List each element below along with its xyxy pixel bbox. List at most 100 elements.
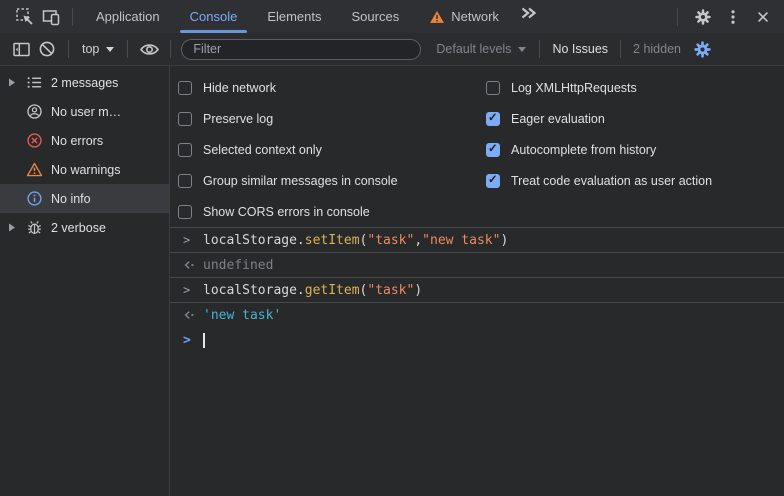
inspect-element-button[interactable] xyxy=(12,4,38,30)
setting-show-cors-errors[interactable]: Show CORS errors in console xyxy=(178,196,486,227)
sidebar-item-messages[interactable]: 2 messages xyxy=(0,68,169,97)
console-result[interactable]: undefined xyxy=(170,252,784,277)
devtools-window: Application Console Elements Sources Net… xyxy=(0,0,784,496)
sidebar-item-label: No errors xyxy=(51,134,103,148)
setting-label: Treat code evaluation as user action xyxy=(511,174,712,188)
separator xyxy=(677,8,678,26)
eye-icon xyxy=(139,42,160,57)
hidden-messages-count: 2 hidden xyxy=(629,42,685,56)
inspect-icon xyxy=(15,7,35,27)
command-text: localStorage.setItem("task","new task") xyxy=(203,233,508,248)
close-devtools-button[interactable] xyxy=(750,4,776,30)
info-icon xyxy=(25,190,43,207)
sidebar-item-warnings[interactable]: No warnings xyxy=(0,155,169,184)
console-prompt[interactable]: > xyxy=(170,327,784,354)
close-icon xyxy=(755,9,771,25)
panel-tabs: Application Console Elements Sources Net… xyxy=(81,0,542,33)
sidebar-item-user-messages[interactable]: No user m… xyxy=(0,97,169,126)
checkbox[interactable] xyxy=(178,174,192,188)
console-panel: 2 messages No user m… xyxy=(0,66,784,496)
sidebar-item-label: 2 verbose xyxy=(51,221,106,235)
console-result[interactable]: 'new task' xyxy=(170,302,784,327)
sidebar-item-label: No warnings xyxy=(51,163,120,177)
settings-button[interactable] xyxy=(690,4,716,30)
setting-label: Eager evaluation xyxy=(511,112,605,126)
sidebar-item-label: No info xyxy=(51,192,91,206)
tabbar-right-controls xyxy=(669,4,784,30)
console-sidebar: 2 messages No user m… xyxy=(0,66,170,496)
setting-label: Preserve log xyxy=(203,112,273,126)
warning-icon xyxy=(429,9,445,25)
gear-icon xyxy=(694,8,712,26)
sidebar-item-verbose[interactable]: 2 verbose xyxy=(0,213,169,242)
create-live-expression-button[interactable] xyxy=(136,36,162,62)
tab-application[interactable]: Application xyxy=(81,0,175,33)
panel-toggle-icon xyxy=(12,40,31,59)
javascript-context-select[interactable]: top xyxy=(77,42,119,56)
setting-hide-network[interactable]: Hide network xyxy=(178,72,486,103)
sidebar-item-errors[interactable]: No errors xyxy=(0,126,169,155)
filter-input[interactable] xyxy=(181,39,421,60)
device-toolbar-button[interactable] xyxy=(38,4,64,30)
console-command[interactable]: > localStorage.getItem("task") xyxy=(170,277,784,302)
more-tabs-button[interactable] xyxy=(516,0,542,26)
chevron-down-icon xyxy=(518,47,526,52)
checkbox[interactable] xyxy=(178,112,192,126)
setting-preserve-log[interactable]: Preserve log xyxy=(178,103,486,134)
command-text: localStorage.getItem("task") xyxy=(203,283,422,298)
setting-label: Group similar messages in console xyxy=(203,174,398,188)
bug-icon xyxy=(25,219,43,236)
console-command[interactable]: > localStorage.setItem("task","new task"… xyxy=(170,227,784,252)
issues-counter[interactable]: No Issues xyxy=(548,42,612,56)
devtools-tabbar: Application Console Elements Sources Net… xyxy=(0,0,784,33)
console-main: Hide network Preserve log Selected conte… xyxy=(170,66,784,496)
setting-label: Show CORS errors in console xyxy=(203,205,370,219)
console-sidebar-toggle-button[interactable] xyxy=(8,36,34,62)
console-settings-button[interactable] xyxy=(689,36,715,62)
log-levels-value: Default levels xyxy=(436,42,511,56)
return-arrow-icon xyxy=(183,259,203,271)
more-options-button[interactable] xyxy=(720,4,746,30)
setting-treat-eval-user-action[interactable]: Treat code evaluation as user action xyxy=(486,165,784,196)
checkbox[interactable] xyxy=(178,143,192,157)
tab-sources[interactable]: Sources xyxy=(337,0,415,33)
setting-label: Autocomplete from history xyxy=(511,143,656,157)
separator xyxy=(620,40,621,58)
clear-icon xyxy=(38,40,56,58)
tab-console[interactable]: Console xyxy=(175,0,253,33)
clear-console-button[interactable] xyxy=(34,36,60,62)
setting-autocomplete-history[interactable]: Autocomplete from history xyxy=(486,134,784,165)
setting-label: Hide network xyxy=(203,81,276,95)
setting-selected-context-only[interactable]: Selected context only xyxy=(178,134,486,165)
setting-group-similar[interactable]: Group similar messages in console xyxy=(178,165,486,196)
result-text: undefined xyxy=(203,258,273,273)
error-icon xyxy=(25,132,43,149)
checkbox[interactable] xyxy=(178,205,192,219)
setting-log-xmlhttprequests[interactable]: Log XMLHttpRequests xyxy=(486,72,784,103)
context-select-value: top xyxy=(82,42,99,56)
console-messages: > localStorage.setItem("task","new task"… xyxy=(170,227,784,354)
text-cursor xyxy=(203,333,205,348)
return-arrow-icon xyxy=(183,309,203,321)
prompt-chevron-icon: > xyxy=(183,333,203,348)
tab-network-label: Network xyxy=(451,9,499,24)
tab-network[interactable]: Network xyxy=(414,0,514,33)
setting-label: Selected context only xyxy=(203,143,322,157)
chevron-down-icon xyxy=(106,47,114,52)
checkbox-checked[interactable] xyxy=(486,143,500,157)
setting-label: Log XMLHttpRequests xyxy=(511,81,637,95)
checkbox[interactable] xyxy=(178,81,192,95)
checkbox-checked[interactable] xyxy=(486,112,500,126)
console-toolbar: top Default levels No Issues 2 hidden xyxy=(0,33,784,66)
result-text: 'new task' xyxy=(203,308,281,323)
tab-elements[interactable]: Elements xyxy=(252,0,336,33)
expand-arrow-icon[interactable] xyxy=(8,78,25,87)
chevrons-right-icon xyxy=(520,6,537,20)
user-icon xyxy=(25,103,43,120)
setting-eager-evaluation[interactable]: Eager evaluation xyxy=(486,103,784,134)
log-levels-select[interactable]: Default levels xyxy=(431,42,531,56)
checkbox[interactable] xyxy=(486,81,500,95)
checkbox-checked[interactable] xyxy=(486,174,500,188)
expand-arrow-icon[interactable] xyxy=(8,223,25,232)
sidebar-item-info[interactable]: No info xyxy=(0,184,169,213)
